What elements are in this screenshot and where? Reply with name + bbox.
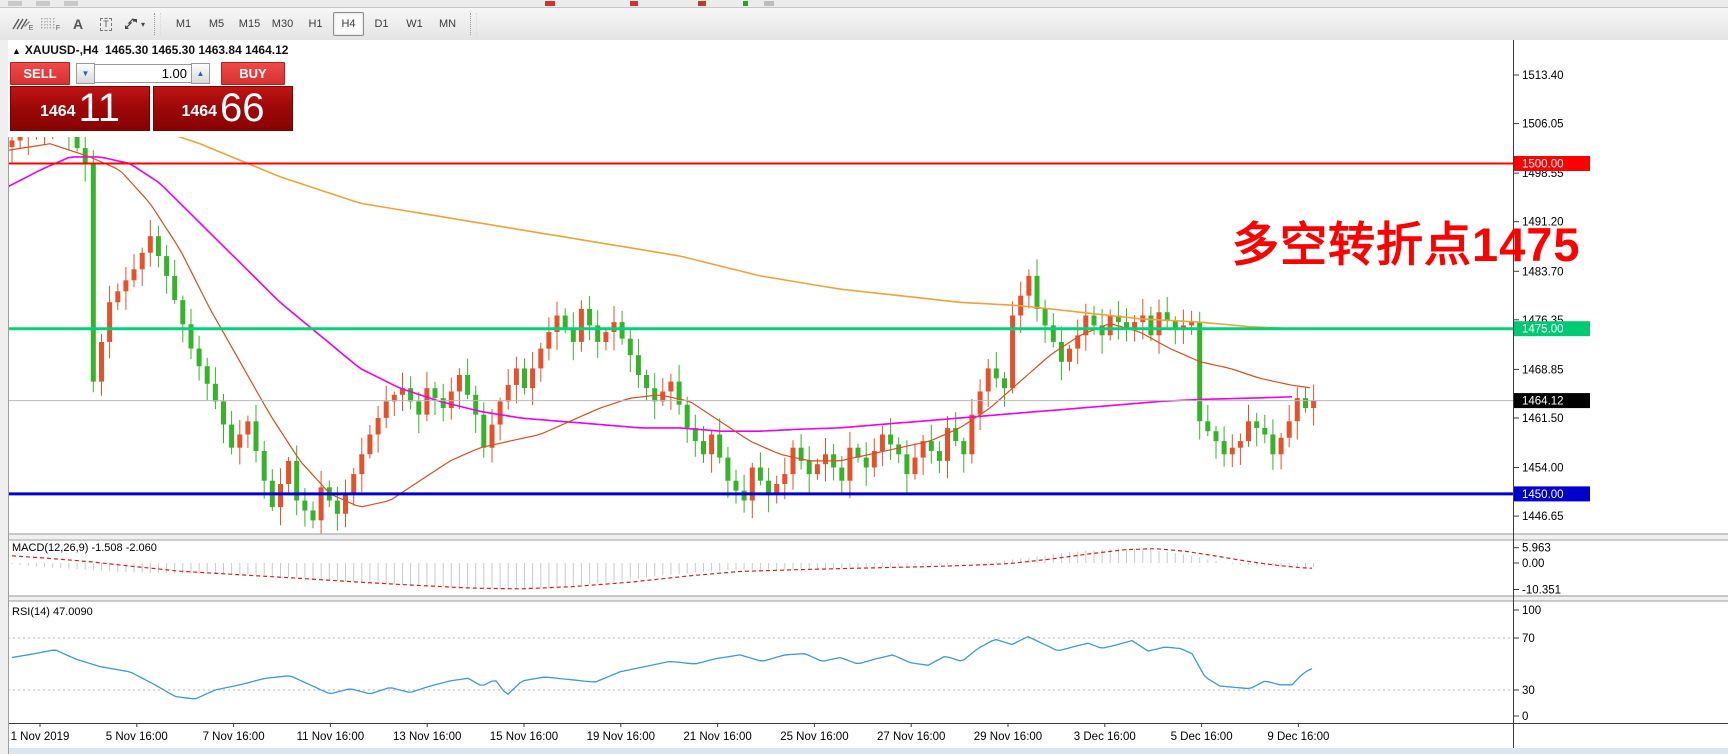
macd-label: MACD(12,26,9) -1.508 -2.060 (12, 542, 157, 554)
sell-price-pips: 11 (79, 89, 121, 127)
clipped-icon-fragment (764, 1, 774, 6)
volume-input[interactable] (95, 64, 191, 83)
svg-text:1475.00: 1475.00 (1522, 324, 1564, 336)
clipped-icon-fragment (698, 1, 706, 6)
svg-text:1 Nov 2019: 1 Nov 2019 (11, 731, 70, 743)
clipped-icon-fragment (36, 1, 50, 6)
indicators-icon[interactable]: E (9, 11, 35, 37)
axis-price-badge: 1464.12 (1514, 393, 1590, 408)
svg-text:1500.00: 1500.00 (1522, 159, 1564, 171)
grid-icon[interactable]: F (37, 11, 63, 37)
svg-text:27 Nov 16:00: 27 Nov 16:00 (877, 731, 945, 743)
window-left-border (0, 40, 9, 754)
chart-annotation-text: 多空转折点1475 (1232, 206, 1581, 275)
svg-text:29 Nov 16:00: 29 Nov 16:00 (974, 731, 1042, 743)
cursor-arrows-icon[interactable]: ▾ (121, 11, 147, 37)
rsi-label: RSI(14) 47.0090 (12, 606, 93, 618)
svg-text:0: 0 (1522, 711, 1528, 723)
volume-decrease-button[interactable]: ▼ (76, 63, 95, 84)
clipped-icon-fragment (630, 1, 638, 6)
axis-price-badge: 1450.00 (1514, 486, 1590, 501)
chart-toolbar: E F A T ▾ M1 M5 M15 M30 H1 H4 D1 W1 MN (0, 8, 1728, 41)
toolbar-separator (154, 13, 161, 35)
sell-button[interactable]: SELL (10, 62, 70, 85)
svg-text:3 Dec 16:00: 3 Dec 16:00 (1074, 731, 1136, 743)
clipped-icon-fragment (545, 1, 555, 6)
volume-increase-button[interactable]: ▲ (191, 63, 210, 84)
clipped-icon-fragment (8, 1, 22, 6)
tab-m1[interactable]: M1 (168, 12, 199, 36)
tab-h4[interactable]: H4 (333, 12, 364, 36)
svg-text:19 Nov 16:00: 19 Nov 16:00 (587, 731, 655, 743)
axis-price-badge: 1500.00 (1514, 156, 1590, 171)
buy-price-pips: 66 (220, 89, 265, 127)
tab-mn[interactable]: MN (432, 12, 463, 36)
svg-text:1450.00: 1450.00 (1522, 489, 1564, 501)
clipped-icon-fragment (743, 1, 748, 6)
svg-text:15 Nov 16:00: 15 Nov 16:00 (490, 731, 558, 743)
chart-canvas[interactable]: MACD(12,26,9) -1.508 -2.060 RSI(14) 47.00… (0, 40, 1728, 754)
tab-m15[interactable]: M15 (234, 12, 265, 36)
toolbar-separator (470, 13, 477, 35)
svg-text:1446.65: 1446.65 (1522, 511, 1564, 523)
tab-m30[interactable]: M30 (267, 12, 298, 36)
svg-text:70: 70 (1522, 633, 1535, 645)
tab-w1[interactable]: W1 (399, 12, 430, 36)
symbol-title[interactable]: ▲ XAUUSD-,H4 1465.30 1465.30 1463.84 1464… (12, 43, 288, 57)
svg-text:1513.40: 1513.40 (1522, 70, 1564, 82)
svg-text:13 Nov 16:00: 13 Nov 16:00 (393, 731, 461, 743)
svg-text:0.00: 0.00 (1522, 558, 1544, 570)
text-label-icon[interactable]: A (65, 11, 91, 37)
svg-text:30: 30 (1522, 685, 1535, 697)
bottom-strip (0, 748, 1728, 754)
clipped-icon-fragment (64, 1, 78, 6)
clipped-upper-toolbar (0, 0, 1728, 8)
mt4-terminal-window: { "top_sliver_marks": [ {"x": 8, "w": 14… (0, 0, 1728, 754)
sell-price-main: 1464 (40, 97, 76, 127)
svg-text:1468.85: 1468.85 (1522, 364, 1564, 376)
svg-text:1464.12: 1464.12 (1522, 396, 1564, 408)
tab-d1[interactable]: D1 (366, 12, 397, 36)
svg-text:5 Dec 16:00: 5 Dec 16:00 (1171, 731, 1233, 743)
svg-text:11 Nov 16:00: 11 Nov 16:00 (297, 731, 365, 743)
svg-text:1506.05: 1506.05 (1522, 119, 1564, 131)
svg-text:5 Nov 16:00: 5 Nov 16:00 (106, 731, 168, 743)
svg-text:21 Nov 16:00: 21 Nov 16:00 (683, 731, 751, 743)
buy-button[interactable]: BUY (221, 62, 285, 85)
symbol-name: XAUUSD-,H4 (25, 43, 98, 57)
main-chart-svg[interactable]: MACD(12,26,9) -1.508 -2.060 RSI(14) 47.00… (0, 40, 1728, 754)
buy-price-main: 1464 (181, 97, 217, 127)
collapse-panel-icon[interactable]: ▲ (12, 46, 21, 56)
svg-text:100: 100 (1522, 605, 1541, 617)
one-click-trading-panel: ▲ XAUUSD-,H4 1465.30 1465.30 1463.84 1464… (8, 40, 301, 137)
svg-text:25 Nov 16:00: 25 Nov 16:00 (780, 731, 848, 743)
svg-text:1454.00: 1454.00 (1522, 463, 1564, 475)
axis-price-badge: 1475.00 (1514, 321, 1590, 336)
svg-text:5.963: 5.963 (1522, 543, 1551, 555)
svg-text:1461.50: 1461.50 (1522, 413, 1564, 425)
svg-text:7 Nov 16:00: 7 Nov 16:00 (203, 731, 265, 743)
tab-h1[interactable]: H1 (300, 12, 331, 36)
text-box-icon[interactable]: T (93, 11, 119, 37)
svg-text:-10.351: -10.351 (1522, 585, 1561, 597)
symbol-ohlc: 1465.30 1465.30 1463.84 1464.12 (105, 43, 289, 57)
sell-price-tile[interactable]: 1464 11 (10, 86, 150, 131)
tab-m5[interactable]: M5 (201, 12, 232, 36)
svg-text:9 Dec 16:00: 9 Dec 16:00 (1267, 731, 1329, 743)
buy-price-tile[interactable]: 1464 66 (153, 86, 293, 131)
